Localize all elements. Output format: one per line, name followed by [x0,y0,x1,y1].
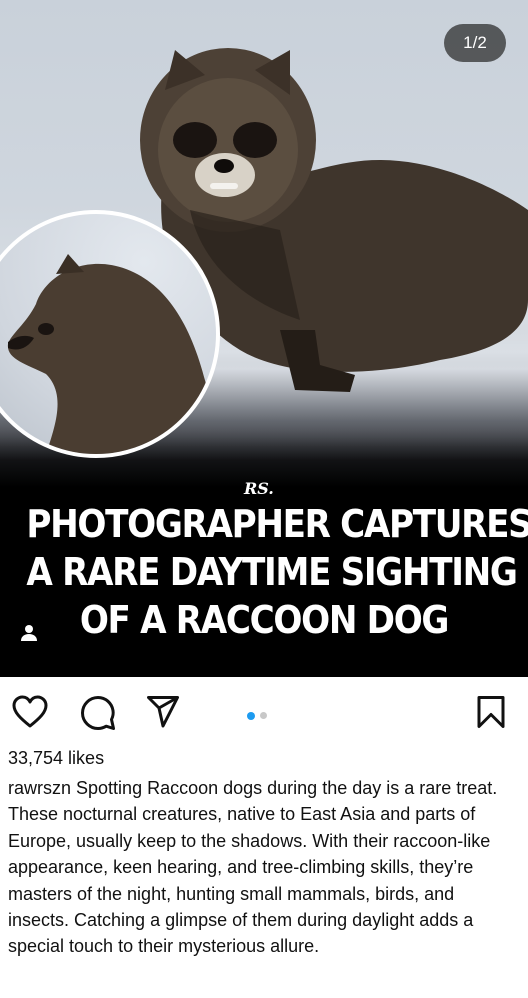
brand-logo: RS. [244,479,274,498]
carousel-indicator [247,712,267,720]
raccoon-dog-profile-photo [7,254,216,454]
headline-line: PHOTOGRAPHER CAPTURES [26,502,528,546]
bookmark-icon[interactable] [476,695,506,729]
headline-line: OF A RACCOON DOG [79,598,450,642]
tagged-people-icon[interactable] [20,624,38,642]
action-bar [0,677,528,747]
headline: PHOTOGRAPHER CAPTURES A RARE DAYTIME SIG… [26,500,528,644]
headline-line: A RARE DAYTIME SIGHTING [26,550,518,594]
caption-text: Spotting Raccoon dogs during the day is … [8,778,498,957]
carousel-dot-active [247,712,255,720]
share-icon[interactable] [146,695,180,729]
carousel-counter: 1/2 [444,24,506,62]
heart-icon[interactable] [12,695,48,729]
like-count[interactable]: 33,754 likes [8,748,104,769]
carousel-dot [260,712,267,719]
post-media[interactable]: 1/2 RS. PHOTOGRAPHER CAPTURES A RARE DAY… [0,0,528,677]
caption-username[interactable]: rawrszn [8,778,71,798]
post-caption: rawrszn Spotting Raccoon dogs during the… [8,775,520,960]
comment-icon[interactable] [80,695,116,731]
